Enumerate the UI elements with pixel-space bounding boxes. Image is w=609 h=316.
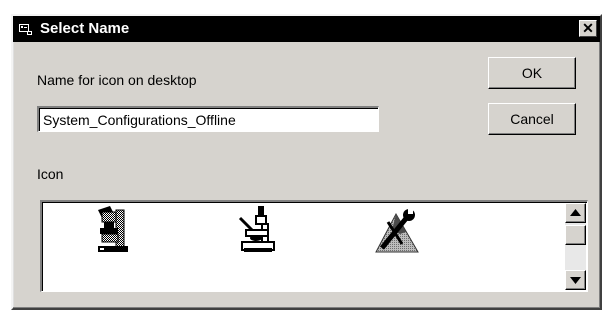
icon-option-microscope[interactable]	[90, 204, 138, 256]
cancel-button-label: Cancel	[510, 111, 554, 127]
icon-name-input[interactable]	[37, 106, 379, 132]
name-field-label: Name for icon on desktop	[37, 72, 197, 88]
scroll-down-button[interactable]	[565, 270, 586, 290]
scroll-up-arrow-icon	[570, 209, 581, 216]
inverted-microscope-icon	[238, 206, 275, 252]
icon-listbox[interactable]	[40, 200, 588, 292]
select-name-dialog: Select Name ✕ Name for icon on desktop O…	[11, 14, 602, 310]
cancel-button[interactable]: Cancel	[488, 103, 576, 135]
scroll-down-arrow-icon	[570, 277, 581, 284]
tools-mountain-icon	[375, 208, 419, 253]
title-bar[interactable]: Select Name ✕	[13, 16, 600, 42]
window-title: Select Name	[40, 20, 130, 37]
ok-button-label: OK	[521, 65, 543, 81]
close-button[interactable]: ✕	[579, 20, 597, 37]
close-icon: ✕	[582, 20, 594, 36]
icon-list-scrollbar[interactable]	[565, 203, 586, 290]
scroll-up-button[interactable]	[565, 203, 586, 223]
icon-option-tools[interactable]	[372, 204, 420, 256]
scroll-thumb[interactable]	[565, 225, 586, 245]
icon-field-label: Icon	[37, 166, 64, 182]
window-app-icon	[19, 24, 32, 35]
microscope-icon	[98, 206, 128, 252]
ok-button[interactable]: OK	[488, 57, 576, 89]
icon-option-inverted-microscope[interactable]	[232, 204, 280, 256]
